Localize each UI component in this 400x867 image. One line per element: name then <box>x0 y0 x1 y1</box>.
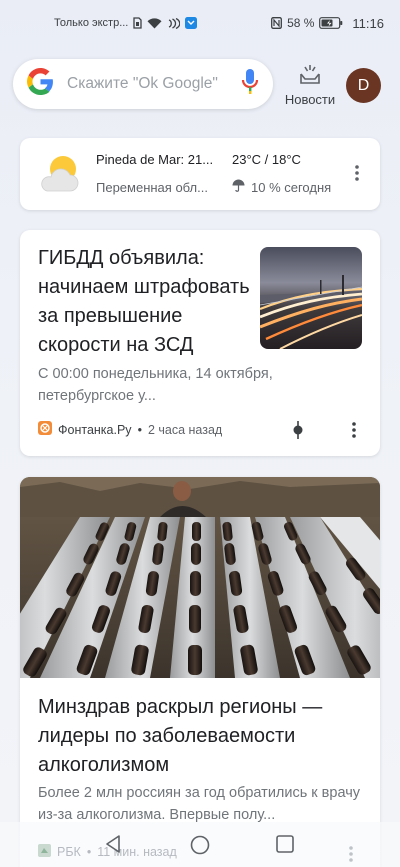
news-tray-icon <box>297 64 323 91</box>
news-button[interactable]: Новости <box>281 64 339 110</box>
article-more-vert-icon[interactable] <box>344 420 364 440</box>
avatar-initial: D <box>357 76 370 94</box>
navigation-bar: РБК • 11 мин. назад <box>0 822 400 867</box>
source-logo-icon <box>38 844 51 860</box>
weather-location: Pineda de Mar: 21... <box>96 152 214 167</box>
back-icon[interactable] <box>104 834 122 859</box>
meta-separator: • <box>86 845 92 859</box>
pin-icon[interactable] <box>292 420 304 445</box>
article-thumbnail[interactable] <box>260 247 362 349</box>
avatar[interactable]: D <box>346 68 381 103</box>
clock: 11:16 <box>352 15 384 31</box>
article-more-vert-icon[interactable] <box>349 846 353 867</box>
battery-percent: 58 % <box>287 16 315 30</box>
article-time: 2 часа назад <box>147 422 223 437</box>
news-card-large[interactable]: Минздрав раскрыл регионы — лидеры по заб… <box>20 477 380 867</box>
nfc-icon <box>167 17 181 29</box>
search-bar[interactable]: Скажите "Ok Google" <box>13 59 273 109</box>
weather-rain: 10 % сегодня <box>232 179 331 195</box>
carrier-label: Только экстр... <box>54 17 129 29</box>
umbrella-icon <box>232 179 245 195</box>
recents-icon[interactable] <box>276 835 294 858</box>
home-icon[interactable] <box>190 835 210 860</box>
article-snippet: С 00:00 понедельника, 14 октября, петерб… <box>38 366 273 404</box>
microphone-icon[interactable] <box>241 68 259 100</box>
wifi-icon <box>147 17 162 29</box>
partly-cloudy-icon <box>38 154 82 199</box>
sim-icon <box>133 17 143 29</box>
battery-icon <box>319 17 343 29</box>
news-card[interactable]: ГИБДД объявила: начинаем штрафовать за п… <box>20 230 380 456</box>
source-logo-icon <box>38 421 52 438</box>
weather-temperature: 23°C / 18°C <box>232 152 301 167</box>
nfc-n-icon <box>271 17 283 29</box>
google-logo-icon <box>27 68 54 100</box>
article-snippet: Более 2 млн россиян за год обратились к … <box>38 785 361 823</box>
article-source: Фонтанка.Ру <box>58 422 132 437</box>
weather-more-vert-icon[interactable] <box>347 163 367 183</box>
article-meta: Фонтанка.Ру • 2 часа назад <box>38 421 222 438</box>
rain-chance: 10 % сегодня <box>251 179 332 195</box>
news-label: Новости <box>284 92 336 107</box>
vk-app-icon <box>185 17 198 29</box>
meta-separator: • <box>137 422 142 437</box>
article-title[interactable]: Минздрав раскрыл регионы — лидеры по заб… <box>38 693 368 780</box>
article-image[interactable] <box>20 477 380 678</box>
weather-condition: Переменная обл... <box>96 180 208 195</box>
search-placeholder[interactable]: Скажите "Ok Google" <box>67 75 241 93</box>
article-source: РБК <box>57 845 81 859</box>
status-bar: Только экстр... 58 % 11:16 <box>0 0 400 46</box>
article-title[interactable]: ГИБДД объявила: начинаем штрафовать за п… <box>38 244 266 360</box>
weather-card[interactable]: Pineda de Mar: 21... Переменная обл... 2… <box>20 138 380 210</box>
